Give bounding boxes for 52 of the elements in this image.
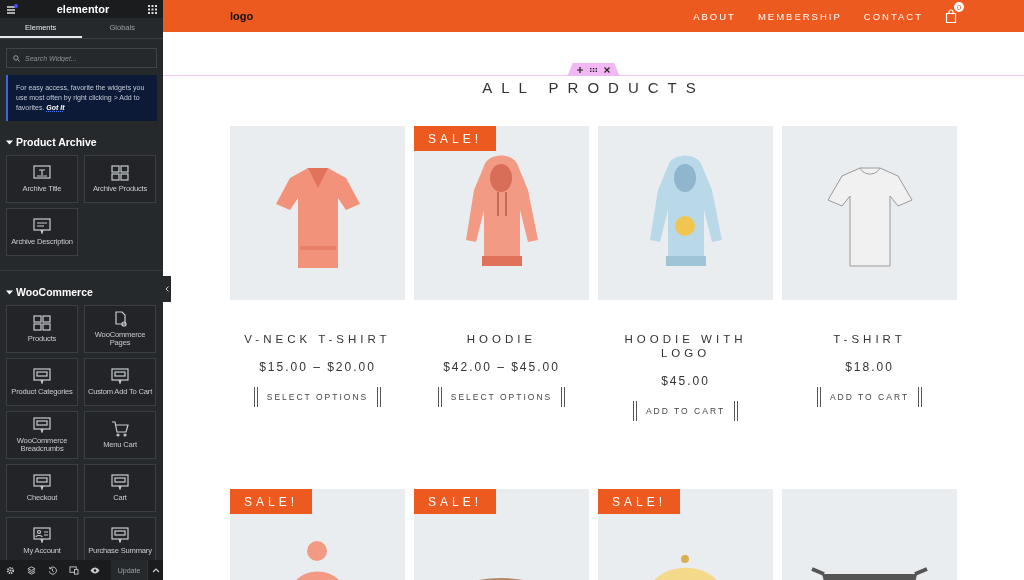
product-button[interactable]: SELECT OPTIONS — [437, 386, 566, 407]
product-name[interactable]: T-SHIRT — [825, 333, 914, 347]
product-price: $45.00 — [661, 373, 710, 388]
bag-icon[interactable] — [945, 9, 957, 23]
product-name[interactable]: HOODIE — [458, 333, 545, 347]
cart-icon — [111, 421, 129, 438]
sale-badge: SALE! — [230, 488, 313, 514]
monitor-icon — [111, 527, 129, 544]
apps-grid-icon[interactable] — [148, 4, 157, 14]
caret-icon[interactable] — [6, 288, 13, 296]
section-handle[interactable] — [567, 63, 620, 76]
product-price: $18.00 — [845, 359, 894, 374]
product-name[interactable]: HOODIE WITH LOGO — [598, 333, 773, 361]
eye-icon[interactable] — [89, 566, 100, 574]
close-icon[interactable] — [604, 66, 610, 73]
sale-badge: SALE! — [414, 126, 497, 151]
grid-icon — [33, 315, 51, 332]
section-heading[interactable]: WooCommerce — [16, 286, 93, 299]
add-icon[interactable] — [577, 66, 583, 73]
chevron-left-icon — [165, 286, 169, 292]
product-button[interactable]: ADD TO CART — [632, 400, 739, 421]
settings-icon[interactable] — [6, 565, 15, 575]
product-button[interactable]: ADD TO CART — [816, 386, 923, 407]
monitor-icon — [33, 368, 51, 385]
sale-badge: SALE! — [414, 488, 497, 514]
monitor-icon — [33, 474, 51, 491]
drag-icon[interactable] — [590, 67, 597, 72]
history-icon[interactable] — [48, 565, 57, 575]
expand-button[interactable] — [147, 560, 163, 580]
caret-icon[interactable] — [6, 138, 13, 146]
product-price: $42.00 – $45.00 — [443, 359, 560, 374]
sale-badge: SALE! — [598, 488, 681, 514]
product-price: $15.00 – $20.00 — [259, 359, 376, 374]
section-title: ALL PRODUCTS — [482, 79, 705, 96]
responsive-icon[interactable] — [68, 565, 79, 575]
monitor-icon — [33, 218, 51, 235]
product-name[interactable]: V-NECK T-SHIRT — [236, 333, 399, 347]
monitor-icon — [33, 165, 51, 182]
app-title: elementor — [56, 3, 110, 15]
logo[interactable]: logo — [230, 10, 254, 22]
grid-icon — [111, 165, 129, 182]
monitor-icon — [33, 417, 51, 434]
collapse-panel-button[interactable] — [163, 276, 171, 302]
monitor-icon — [111, 368, 129, 385]
search-icon — [13, 55, 20, 62]
menu-icon[interactable] — [6, 4, 18, 14]
monitor-icon — [111, 474, 129, 491]
chevron-up-icon — [151, 567, 160, 573]
layers-icon[interactable] — [27, 565, 36, 575]
product-button[interactable]: SELECT OPTIONS — [253, 386, 382, 407]
monitor-icon — [33, 527, 51, 544]
section-heading[interactable]: Product Archive — [16, 136, 97, 149]
